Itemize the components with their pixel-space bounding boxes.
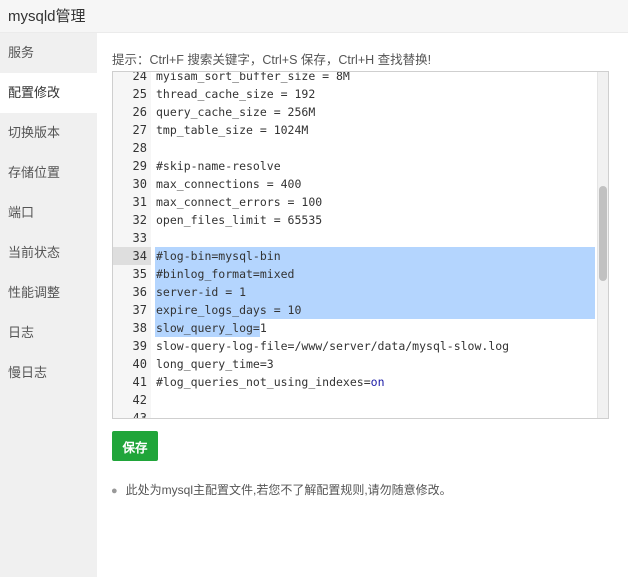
editor-line[interactable]: 27 tmp_table_size = 1024M — [113, 121, 608, 139]
code-text: #binlog_format=mixed — [156, 265, 294, 283]
code-segment: max_connections = 400 — [156, 177, 302, 191]
line-number: 43 — [113, 409, 151, 418]
sidebar-item-performance[interactable]: 性能调整 — [0, 273, 97, 313]
code-text: server-id = 1 — [156, 283, 246, 301]
line-number: 25 — [113, 85, 151, 103]
code-text: open_files_limit = 65535 — [156, 211, 322, 229]
sidebar-item-log[interactable]: 日志 — [0, 313, 97, 353]
line-number: 24 — [113, 72, 151, 85]
editor-line[interactable]: 25 thread_cache_size = 192 — [113, 85, 608, 103]
code-text: slow_query_log=1 — [156, 319, 267, 337]
code-segment: thread_cache_size = 192 — [156, 87, 316, 101]
editor-line[interactable]: 30 max_connections = 400 — [113, 175, 608, 193]
editor-line[interactable]: 40 long_query_time=3 — [113, 355, 608, 373]
code-segment: open_files_limit = 65535 — [156, 213, 323, 227]
editor-vertical-scrollbar[interactable] — [597, 72, 608, 418]
sidebar-item-status[interactable]: 当前状态 — [0, 233, 97, 273]
editor-line[interactable]: 31 max_connect_errors = 100 — [113, 193, 608, 211]
line-number: 32 — [113, 211, 151, 229]
line-number: 34 — [113, 247, 151, 265]
code-text: thread_cache_size = 192 — [156, 85, 315, 103]
line-number: 42 — [113, 391, 151, 409]
sidebar-item-port[interactable]: 端口 — [0, 193, 97, 233]
line-number: 28 — [113, 139, 151, 157]
code-text: long_query_time=3 — [156, 355, 274, 373]
code-segment: expire_logs_days = 10 — [156, 303, 302, 317]
save-button[interactable]: 保存 — [112, 431, 158, 461]
code-segment: #binlog_format=mixed — [156, 267, 295, 281]
code-text: max_connections = 400 — [156, 175, 301, 193]
editor-scrollbar-thumb[interactable] — [599, 186, 607, 281]
code-segment: myisam_sort_buffer_size = 8M — [156, 71, 350, 83]
line-number: 38 — [113, 319, 151, 337]
editor-line[interactable]: 43 — [113, 409, 608, 418]
code-text: #skip-name-resolve — [156, 157, 281, 175]
editor-line[interactable]: 34 #log-bin=mysql-bin — [113, 247, 608, 265]
code-segment: #log_queries_not_using_indexes= — [156, 375, 371, 389]
line-number: 37 — [113, 301, 151, 319]
line-number: 29 — [113, 157, 151, 175]
code-keyword: on — [370, 375, 385, 389]
editor-line[interactable]: 24 myisam_sort_buffer_size = 8M — [113, 71, 608, 85]
editor-line[interactable]: 26 query_cache_size = 256M — [113, 103, 608, 121]
line-number: 27 — [113, 121, 151, 139]
code-segment: query_cache_size = 256M — [156, 105, 316, 119]
code-text: max_connect_errors = 100 — [156, 193, 322, 211]
code-segment: tmp_table_size = 1024M — [156, 123, 309, 137]
editor-line[interactable]: 41 #log_queries_not_using_indexes=on — [113, 373, 608, 391]
config-note-text: 此处为mysql主配置文件,若您不了解配置规则,请勿随意修改。 — [125, 483, 452, 497]
editor-line[interactable]: 42 — [113, 391, 608, 409]
sidebar-item-switch-version[interactable]: 切换版本 — [0, 113, 97, 153]
shortcut-tip: 提示：Ctrl+F 搜索关键字，Ctrl+S 保存，Ctrl+H 查找替换! — [112, 53, 432, 67]
line-number: 41 — [113, 373, 151, 391]
line-number: 33 — [113, 229, 151, 247]
line-number: 36 — [113, 283, 151, 301]
sidebar: 服务 配置修改 切换版本 存储位置 端口 当前状态 性能调整 日志 慢日志 — [0, 33, 97, 577]
bullet-icon: ● — [111, 485, 118, 497]
editor-line[interactable]: 38 slow_query_log=1 — [113, 319, 608, 337]
code-segment: slow_query_log=1 — [156, 321, 267, 335]
code-text: expire_logs_days = 10 — [156, 301, 301, 319]
code-text: slow-query-log-file=/www/server/data/mys… — [156, 337, 509, 355]
code-segment: #skip-name-resolve — [156, 159, 281, 173]
code-text: #log_queries_not_using_indexes=on — [156, 373, 385, 391]
config-editor[interactable]: 24 myisam_sort_buffer_size = 8M 25 thread_c… — [112, 71, 609, 419]
line-number: 26 — [113, 103, 151, 121]
config-note: ● 此处为mysql主配置文件,若您不了解配置规则,请勿随意修改。 — [111, 481, 452, 498]
code-text: query_cache_size = 256M — [156, 103, 315, 121]
code-segment: max_connect_errors = 100 — [156, 195, 323, 209]
line-number: 35 — [113, 265, 151, 283]
window-title: mysqld管理 — [8, 8, 86, 25]
editor-line[interactable]: 28 — [113, 139, 608, 157]
code-text: tmp_table_size = 1024M — [156, 121, 308, 139]
editor-line[interactable]: 39 slow-query-log-file=/www/server/data/m… — [113, 337, 608, 355]
sidebar-item-slow-log[interactable]: 慢日志 — [0, 353, 97, 393]
line-number: 31 — [113, 193, 151, 211]
window-title-bar: mysqld管理 — [0, 0, 628, 33]
code-text: myisam_sort_buffer_size = 8M — [156, 71, 350, 85]
sidebar-item-config[interactable]: 配置修改 — [0, 73, 97, 113]
line-number: 40 — [113, 355, 151, 373]
sidebar-item-service[interactable]: 服务 — [0, 33, 97, 73]
editor-lines: 24 myisam_sort_buffer_size = 8M 25 thread_c… — [113, 71, 608, 418]
sidebar-item-storage[interactable]: 存储位置 — [0, 153, 97, 193]
editor-line[interactable]: 33 — [113, 229, 608, 247]
line-number: 39 — [113, 337, 151, 355]
editor-line[interactable]: 32 open_files_limit = 65535 — [113, 211, 608, 229]
editor-line[interactable]: 29 #skip-name-resolve — [113, 157, 608, 175]
code-segment: long_query_time=3 — [156, 357, 274, 371]
code-segment: slow-query-log-file=/www/server/data/mys… — [156, 339, 510, 353]
code-segment: #log-bin=mysql-bin — [156, 249, 281, 263]
editor-line[interactable]: 36 server-id = 1 — [113, 283, 608, 301]
line-number: 30 — [113, 175, 151, 193]
editor-line[interactable]: 37 expire_logs_days = 10 — [113, 301, 608, 319]
code-text: #log-bin=mysql-bin — [156, 247, 281, 265]
main-panel: 提示：Ctrl+F 搜索关键字，Ctrl+S 保存，Ctrl+H 查找替换! 2… — [97, 33, 628, 577]
editor-line[interactable]: 35 #binlog_format=mixed — [113, 265, 608, 283]
code-segment: server-id = 1 — [156, 285, 247, 299]
